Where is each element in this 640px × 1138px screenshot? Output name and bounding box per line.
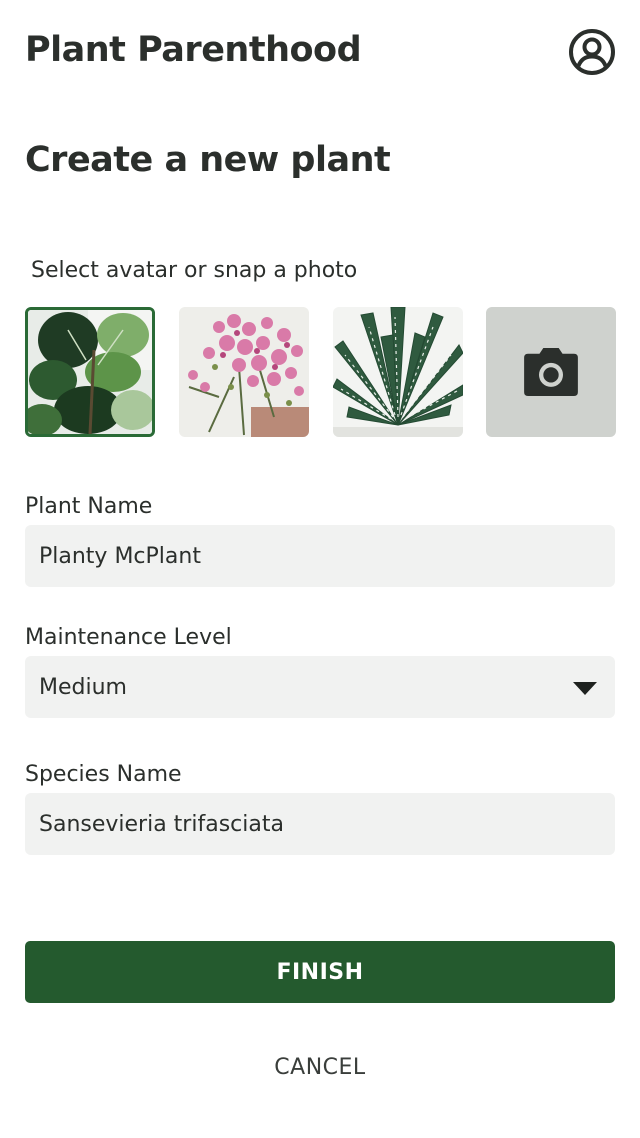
avatar-fiddle-leaf-fig[interactable]	[25, 307, 155, 437]
plant-name-label: Plant Name	[25, 494, 153, 519]
snap-photo-button[interactable]	[486, 307, 616, 437]
avatar-zebra-haworthia[interactable]	[333, 307, 463, 437]
species-name-label: Species Name	[25, 762, 182, 787]
avatar-pink-flowering-plant[interactable]	[179, 307, 309, 437]
maintenance-level-label: Maintenance Level	[25, 625, 232, 650]
finish-button[interactable]: FINISH	[25, 941, 615, 1003]
maintenance-level-value: Medium	[39, 674, 127, 700]
app-title: Plant Parenthood	[25, 30, 362, 70]
plant-name-input[interactable]: Planty McPlant	[25, 525, 615, 587]
caret-down-icon	[573, 682, 597, 695]
camera-icon	[524, 348, 578, 396]
user-circle-icon	[569, 29, 615, 75]
species-name-input[interactable]: Sansevieria trifasciata	[25, 793, 615, 855]
pink-flowering-plant-image	[179, 307, 309, 437]
species-name-value: Sansevieria trifasciata	[39, 811, 284, 837]
cancel-button[interactable]: CANCEL	[0, 1055, 640, 1080]
avatar-selector-label: Select avatar or snap a photo	[31, 258, 358, 283]
maintenance-level-select[interactable]: Medium	[25, 656, 615, 718]
zebra-haworthia-image	[333, 307, 463, 437]
fiddle-leaf-fig-image	[28, 310, 152, 434]
plant-name-value: Planty McPlant	[39, 543, 201, 569]
profile-button[interactable]	[568, 28, 616, 76]
page-title: Create a new plant	[25, 140, 391, 180]
